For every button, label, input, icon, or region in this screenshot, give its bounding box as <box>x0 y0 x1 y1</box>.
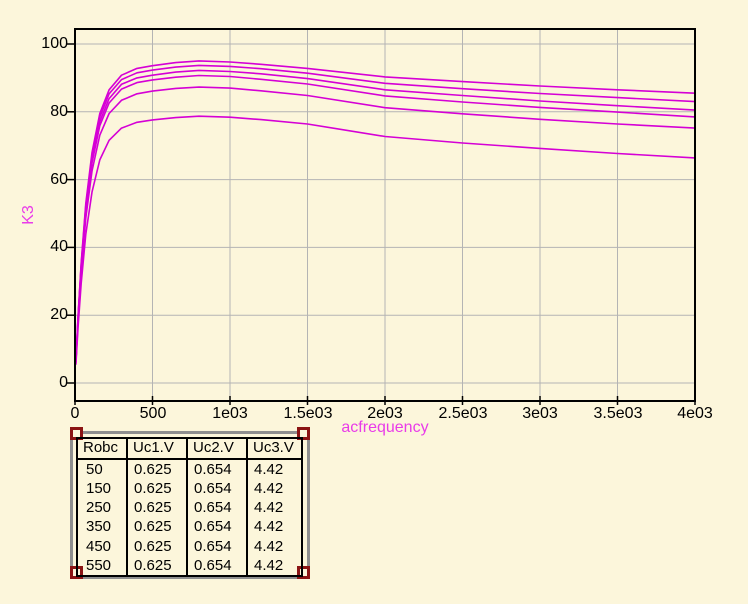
table-cell: 550 <box>78 556 128 575</box>
x-tick-label: 3.5e03 <box>583 404 653 424</box>
table-cell: 0.625 <box>128 460 188 479</box>
table-header-uc2v: Uc2.V <box>188 439 248 460</box>
y-tick-label: 100 <box>26 34 68 54</box>
table-cell: 4.42 <box>248 460 301 479</box>
table-cell: 150 <box>78 479 128 498</box>
table-cell: 0.654 <box>188 460 248 479</box>
x-tick-label: 0 <box>40 404 110 424</box>
x-tick-label: 4e03 <box>660 404 730 424</box>
y-tick-label: 60 <box>26 170 68 190</box>
table-cell: 0.625 <box>128 537 188 556</box>
table-cell: 450 <box>78 537 128 556</box>
table-cell: 0.625 <box>128 498 188 517</box>
table-cell: 350 <box>78 517 128 536</box>
data-table[interactable]: Robc Uc1.V Uc2.V Uc3.V 50 0.625 0.654 4.… <box>76 437 303 577</box>
table-cell: 4.42 <box>248 556 301 575</box>
y-tick-label: 0 <box>26 373 68 393</box>
table-cell: 0.654 <box>188 498 248 517</box>
y-tick-label: 20 <box>26 305 68 325</box>
table-cell: 0.625 <box>128 556 188 575</box>
x-tick-label: 500 <box>118 404 188 424</box>
table-cell: 4.42 <box>248 479 301 498</box>
table-cell: 50 <box>78 460 128 479</box>
y-axis-label: K3 <box>20 205 38 225</box>
x-tick-label: 3e03 <box>505 404 575 424</box>
x-tick-label: 1e03 <box>195 404 265 424</box>
table-cell: 0.625 <box>128 517 188 536</box>
table-cell: 0.654 <box>188 479 248 498</box>
y-tick-label: 40 <box>26 237 68 257</box>
table-header-uc3v: Uc3.V <box>248 439 301 460</box>
table-header-robc: Robc <box>78 439 128 460</box>
y-tick-label: 80 <box>26 102 68 122</box>
table-cell: 250 <box>78 498 128 517</box>
table-cell: 4.42 <box>248 517 301 536</box>
table-cell: 0.654 <box>188 537 248 556</box>
qucs-canvas: { "colors": { "background": "#FCF6DB", "… <box>0 0 748 604</box>
table-header-uc1v: Uc1.V <box>128 439 188 460</box>
table-cell: 0.654 <box>188 556 248 575</box>
table-cell: 0.625 <box>128 479 188 498</box>
table-cell: 0.654 <box>188 517 248 536</box>
table-cell: 4.42 <box>248 537 301 556</box>
table-cell: 4.42 <box>248 498 301 517</box>
x-axis-label: acfrequency <box>320 419 450 437</box>
